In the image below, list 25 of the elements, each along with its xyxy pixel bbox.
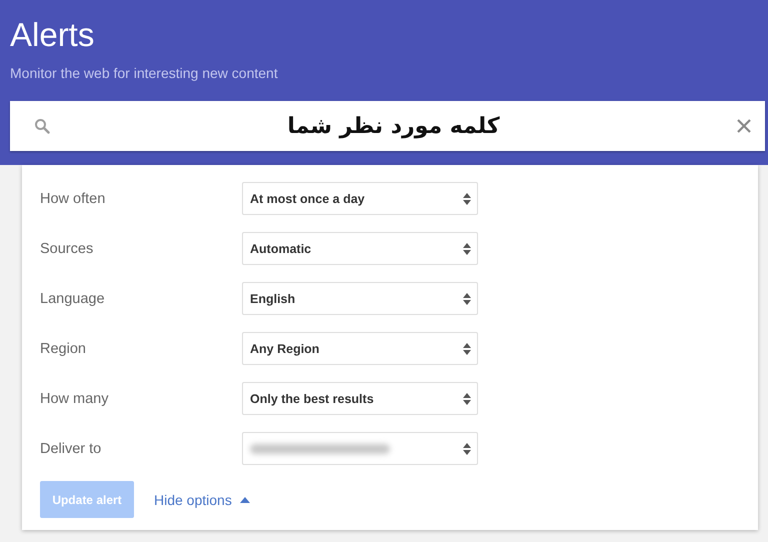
option-select[interactable]: Only the best results <box>242 382 478 415</box>
option-label: How many <box>40 390 110 406</box>
option-label: Language <box>40 290 106 306</box>
up-down-arrows-icon <box>463 392 471 404</box>
option-label: Deliver to <box>40 440 102 456</box>
up-down-arrows-icon <box>463 442 471 454</box>
hide-options-link[interactable]: Hide options <box>154 492 250 508</box>
up-down-arrows-icon <box>463 292 471 304</box>
search-icon <box>34 118 50 134</box>
option-select[interactable]: Automatic <box>242 232 478 265</box>
option-label: Sources <box>40 240 94 256</box>
caret-icon <box>240 496 250 502</box>
page-title: Alerts <box>10 16 96 54</box>
option-label: How often <box>40 190 106 206</box>
option-label: Region <box>40 340 87 356</box>
option-select[interactable]: Any Region <box>242 332 478 365</box>
option-select[interactable]: At most once a day <box>242 182 478 215</box>
close-icon[interactable] <box>737 119 751 133</box>
search-text: کلمه مورد نظر شما <box>286 114 501 138</box>
page-subtitle: Monitor the web for interesting new content <box>10 64 279 82</box>
up-down-arrows-icon <box>463 192 471 204</box>
up-down-arrows-icon <box>463 242 471 254</box>
search-field[interactable]: کلمه مورد نظر شما <box>10 101 765 151</box>
up-down-arrows-icon <box>463 342 471 354</box>
option-select[interactable]: English <box>242 282 478 315</box>
